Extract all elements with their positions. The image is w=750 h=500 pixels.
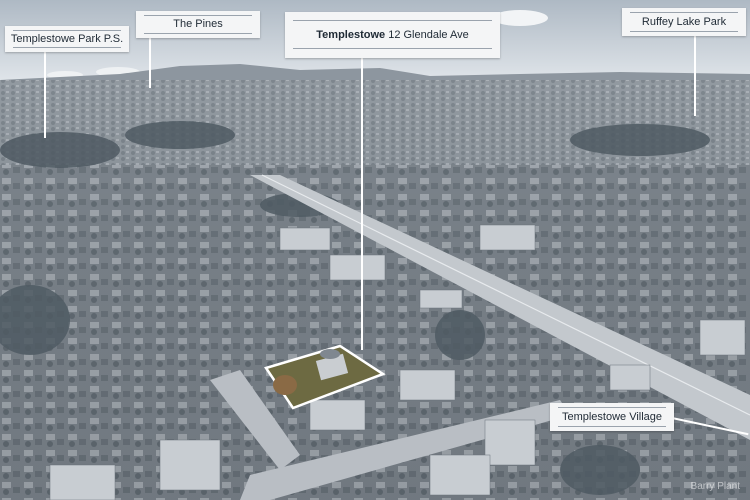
watermark: Barry Plant bbox=[690, 481, 740, 492]
label-text: Ruffey Lake Park bbox=[641, 16, 727, 28]
label-suburb: Templestowe bbox=[316, 29, 386, 41]
pin-line bbox=[694, 36, 696, 116]
label-templestowe-village: Templestowe Village bbox=[550, 403, 674, 431]
label-street: 12 Glendale Ave bbox=[388, 29, 469, 41]
pin-line bbox=[361, 58, 363, 350]
label-property-address: Templestowe 12 Glendale Ave bbox=[285, 12, 500, 58]
label-ruffey-lake-park: Ruffey Lake Park bbox=[622, 8, 746, 36]
label-text: Templestowe Park P.S. bbox=[10, 33, 124, 45]
pin-line bbox=[149, 38, 151, 88]
label-text: The Pines bbox=[173, 18, 223, 30]
cloud bbox=[492, 10, 548, 26]
label-text: Templestowe Village bbox=[561, 411, 663, 423]
label-templestowe-park-ps: Templestowe Park P.S. bbox=[5, 26, 129, 52]
label-the-pines: The Pines bbox=[136, 11, 260, 38]
pin-line bbox=[44, 52, 46, 138]
